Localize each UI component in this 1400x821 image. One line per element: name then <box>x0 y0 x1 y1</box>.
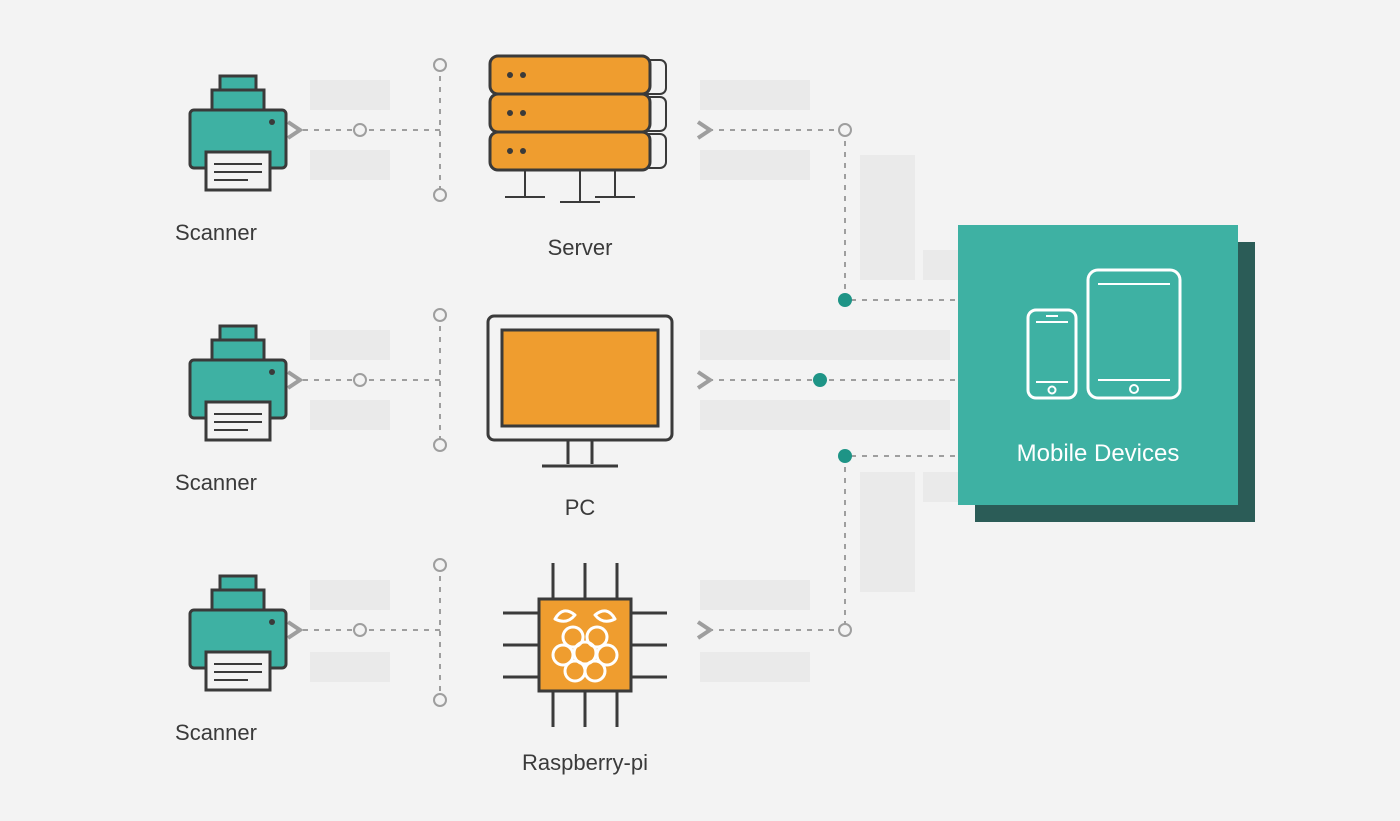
placeholder-block <box>310 150 390 180</box>
placeholder-block <box>310 652 390 682</box>
placeholder-block <box>700 80 810 110</box>
printer-icon <box>178 320 298 450</box>
mobile-devices-node: Mobile Devices <box>958 225 1238 505</box>
placeholder-block <box>310 330 390 360</box>
pc-label: PC <box>480 495 680 521</box>
placeholder-block <box>700 150 810 180</box>
mobile-devices-icon <box>1008 262 1188 412</box>
placeholder-block <box>700 580 810 610</box>
rpi-label: Raspberry-pi <box>485 750 685 776</box>
placeholder-block <box>700 400 950 430</box>
pc-icon <box>480 308 680 478</box>
placeholder-block <box>860 472 915 502</box>
server-icon <box>470 52 690 222</box>
placeholder-block <box>700 330 950 360</box>
placeholder-block <box>310 80 390 110</box>
placeholder-block <box>310 580 390 610</box>
placeholder-block <box>310 400 390 430</box>
printer-icon <box>178 570 298 700</box>
mobile-devices-label: Mobile Devices <box>1017 440 1180 468</box>
placeholder-block <box>860 250 915 280</box>
scanner-label: Scanner <box>116 220 316 246</box>
scanner-label: Scanner <box>116 720 316 746</box>
connector-mobile-pc <box>710 373 955 387</box>
raspberry-pi-icon <box>495 555 675 735</box>
server-label: Server <box>480 235 680 261</box>
printer-icon <box>178 70 298 200</box>
scanner-label: Scanner <box>116 470 316 496</box>
placeholder-block <box>700 652 810 682</box>
